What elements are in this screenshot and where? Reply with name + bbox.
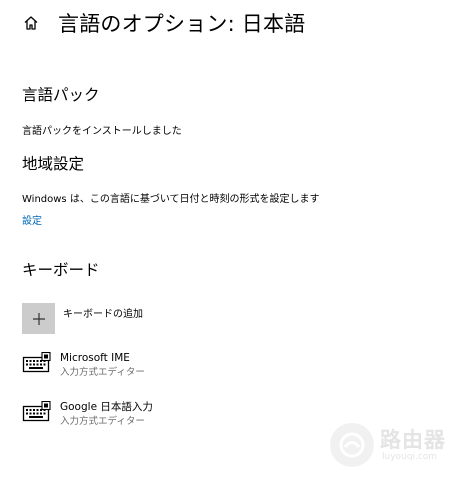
add-keyboard-button[interactable]: キーボードの追加: [22, 303, 143, 334]
keyboard-item-microsoft-ime[interactable]: Microsoft IME 入力方式エディター: [22, 352, 145, 379]
keyboard-item-name: Microsoft IME: [60, 352, 130, 364]
home-button[interactable]: [20, 12, 42, 34]
watermark-text: 路由器: [380, 427, 446, 452]
home-icon: [24, 16, 38, 30]
watermark-url: luyouqi.com: [382, 451, 438, 462]
keyboard-icon: [22, 352, 51, 373]
page-title: 言語のオプション: 日本語: [58, 12, 306, 36]
page-header: 言語のオプション: 日本語: [20, 8, 305, 38]
watermark: 路由器 luyouqi.com: [330, 420, 460, 470]
keyboard-icon: [22, 401, 51, 422]
add-keyboard-label: キーボードの追加: [63, 309, 143, 320]
keyboard-item-name: Google 日本語入力: [60, 401, 153, 413]
keyboard-item-subtitle: 入力方式エディター: [60, 367, 145, 378]
add-keyboard-tile[interactable]: [22, 303, 55, 334]
regional-description: Windows は、この言語に基づいて日付と時刻の形式を設定します: [22, 194, 320, 205]
keyboard-item-subtitle: 入力方式エディター: [60, 416, 145, 427]
keyboard-heading: キーボード: [22, 261, 100, 279]
language-pack-heading: 言語パック: [22, 86, 100, 104]
language-pack-status: 言語パックをインストールしました: [22, 126, 182, 137]
regional-settings-heading: 地域設定: [22, 155, 85, 173]
plus-icon: [32, 312, 45, 325]
keyboard-item-google-japanese-input[interactable]: Google 日本語入力 入力方式エディター: [22, 401, 153, 428]
regional-settings-link[interactable]: 設定: [22, 212, 42, 227]
watermark-logo-icon: [330, 423, 374, 467]
language-options-page: 言語のオプション: 日本語 言語パック 言語パックをインストールしました 地域設…: [0, 0, 471, 488]
